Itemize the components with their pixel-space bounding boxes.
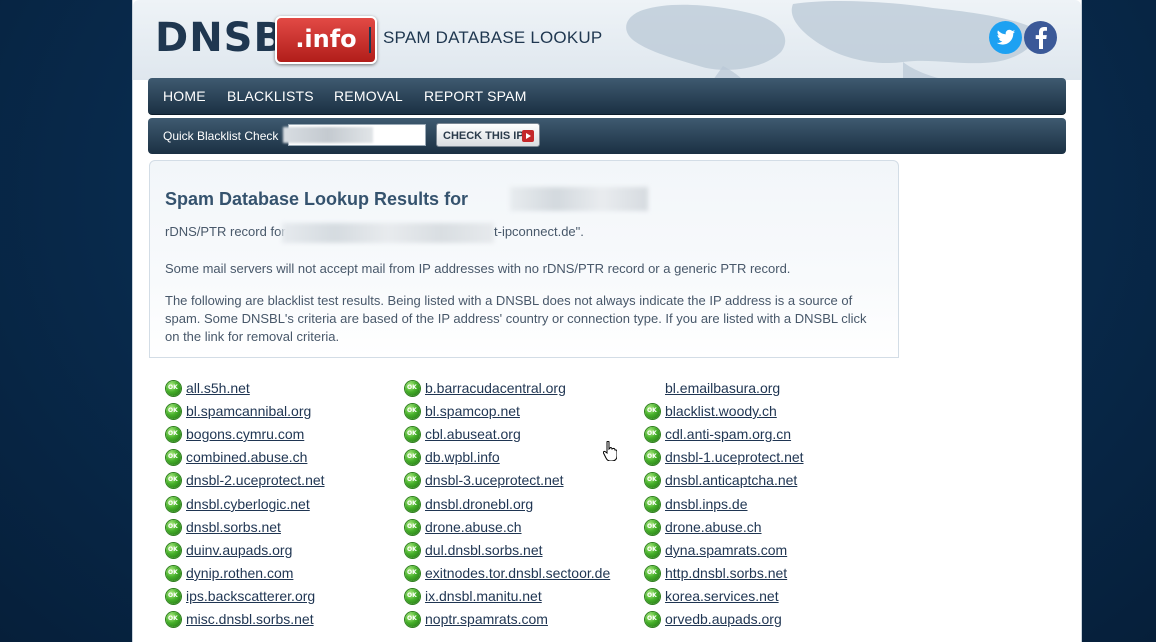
nav-home[interactable]: HOME [163, 78, 206, 114]
results-panel: Spam Database Lookup Results for rDNS/PT… [149, 160, 899, 358]
ok-status-icon [166, 543, 181, 558]
blacklist-link[interactable]: dnsbl-3.uceprotect.net [425, 472, 564, 488]
blacklist-link[interactable]: dnsbl.anticaptcha.net [665, 472, 797, 488]
ok-status-icon [166, 473, 181, 488]
ok-status-icon [405, 543, 420, 558]
ok-status-icon [166, 589, 181, 604]
blacklist-link[interactable]: dnsbl-2.uceprotect.net [186, 472, 325, 488]
blacklist-link[interactable]: bl.spamcop.net [425, 403, 520, 419]
rdns-suffix: t-ipconnect.de". [494, 224, 584, 239]
ok-status-icon [166, 566, 181, 581]
ok-status-icon [166, 381, 181, 396]
blacklist-link[interactable]: duinv.aupads.org [186, 542, 292, 558]
blacklist-link[interactable]: drone.abuse.ch [665, 519, 762, 535]
play-arrow-icon [522, 130, 534, 142]
ok-status-icon [645, 450, 660, 465]
blacklist-link[interactable]: cbl.abuseat.org [425, 426, 521, 442]
blacklist-link[interactable]: ips.backscatterer.org [186, 588, 315, 604]
nav-removal[interactable]: REMOVAL [334, 78, 403, 114]
logo-divider [369, 27, 371, 53]
redacted-ip-value [283, 127, 373, 143]
ok-status-icon [405, 497, 420, 512]
main-nav: HOME BLACKLISTS REMOVAL REPORT SPAM [148, 78, 1066, 115]
nav-blacklists[interactable]: BLACKLISTS [227, 78, 314, 114]
ok-status-icon [645, 520, 660, 535]
ok-status-icon [405, 450, 420, 465]
blacklist-link[interactable]: cdl.anti-spam.org.cn [665, 426, 791, 442]
blacklist-link[interactable]: noptr.spamrats.com [425, 611, 548, 627]
pointer-cursor-icon [603, 441, 617, 461]
results-title: Spam Database Lookup Results for [165, 189, 469, 209]
blacklist-link[interactable]: combined.abuse.ch [186, 449, 307, 465]
world-map-graphic [626, 1, 1036, 80]
blacklist-link[interactable]: all.s5h.net [186, 380, 250, 396]
ok-status-icon [405, 612, 420, 627]
ok-status-icon [405, 589, 420, 604]
ip-input[interactable] [283, 124, 426, 146]
blacklist-link[interactable]: exitnodes.tor.dnsbl.sectoor.de [425, 565, 610, 581]
blacklist-link[interactable]: bogons.cymru.com [186, 426, 304, 442]
blacklist-link[interactable]: misc.dnsbl.sorbs.net [186, 611, 314, 627]
blacklist-link[interactable]: b.barracudacentral.org [425, 380, 566, 396]
check-ip-button[interactable]: CHECK THIS IP [436, 123, 540, 147]
ok-status-icon [405, 566, 420, 581]
redacted-rdns [282, 223, 494, 243]
ok-status-icon [405, 381, 420, 396]
ok-status-icon [166, 520, 181, 535]
ok-status-icon [645, 566, 660, 581]
blacklist-link[interactable]: bl.spamcannibal.org [186, 403, 311, 419]
blacklist-link[interactable]: http.dnsbl.sorbs.net [665, 565, 787, 581]
blacklist-link[interactable]: blacklist.woody.ch [665, 403, 777, 419]
quick-check-label: Quick Blacklist Check [163, 129, 279, 143]
site-tagline: SPAM DATABASE LOOKUP [383, 28, 603, 47]
blacklist-link[interactable]: dyna.spamrats.com [665, 542, 787, 558]
ok-status-icon [645, 427, 660, 442]
facebook-icon[interactable] [1024, 21, 1057, 54]
ok-status-icon [405, 427, 420, 442]
blacklist-link[interactable]: dnsbl.cyberlogic.net [186, 496, 310, 512]
blacklist-link[interactable]: orvedb.aupads.org [665, 611, 782, 627]
blacklist-link[interactable]: dul.dnsbl.sorbs.net [425, 542, 543, 558]
results-intro: The following are blacklist test results… [165, 293, 867, 344]
check-ip-button-label: CHECK THIS IP [443, 130, 524, 142]
nav-report-spam[interactable]: REPORT SPAM [424, 78, 527, 114]
blacklist-link[interactable]: dnsbl.sorbs.net [186, 519, 281, 535]
twitter-icon[interactable] [989, 21, 1022, 54]
ok-status-icon [166, 427, 181, 442]
redacted-ip [510, 187, 648, 211]
ok-status-icon [645, 473, 660, 488]
ok-status-icon [405, 473, 420, 488]
page-container: DNSBL .info SPAM DATABASE LOOKUP HOME BL… [132, 0, 1082, 642]
blacklist-link[interactable]: dnsbl.dronebl.org [425, 496, 533, 512]
blacklist-link[interactable]: drone.abuse.ch [425, 519, 522, 535]
ok-status-icon [166, 404, 181, 419]
ok-status-icon [405, 520, 420, 535]
blacklist-link[interactable]: ix.dnsbl.manitu.net [425, 588, 542, 604]
ok-status-icon [645, 404, 660, 419]
blacklist-link[interactable]: db.wpbl.info [425, 449, 500, 465]
ok-status-icon [645, 543, 660, 558]
blacklist-link[interactable]: dynip.rothen.com [186, 565, 293, 581]
ok-status-icon [645, 497, 660, 512]
quick-check-bar: Quick Blacklist Check CHECK THIS IP [148, 118, 1066, 154]
blacklist-link[interactable]: dnsbl.inps.de [665, 496, 748, 512]
ok-status-icon [166, 497, 181, 512]
ok-status-icon [166, 612, 181, 627]
ok-status-icon [645, 612, 660, 627]
blacklist-link[interactable]: korea.services.net [665, 588, 779, 604]
blacklist-link[interactable]: bl.emailbasura.org [665, 380, 780, 396]
site-header: DNSBL .info SPAM DATABASE LOOKUP [133, 0, 1081, 80]
blacklist-link[interactable]: dnsbl-1.uceprotect.net [665, 449, 804, 465]
ok-status-icon [166, 450, 181, 465]
rdns-prefix: rDNS/PTR record for [165, 224, 286, 239]
logo-badge: .info [275, 16, 377, 64]
ok-status-icon [645, 589, 660, 604]
ptr-notice: Some mail servers will not accept mail f… [165, 261, 791, 276]
ok-status-icon [405, 404, 420, 419]
